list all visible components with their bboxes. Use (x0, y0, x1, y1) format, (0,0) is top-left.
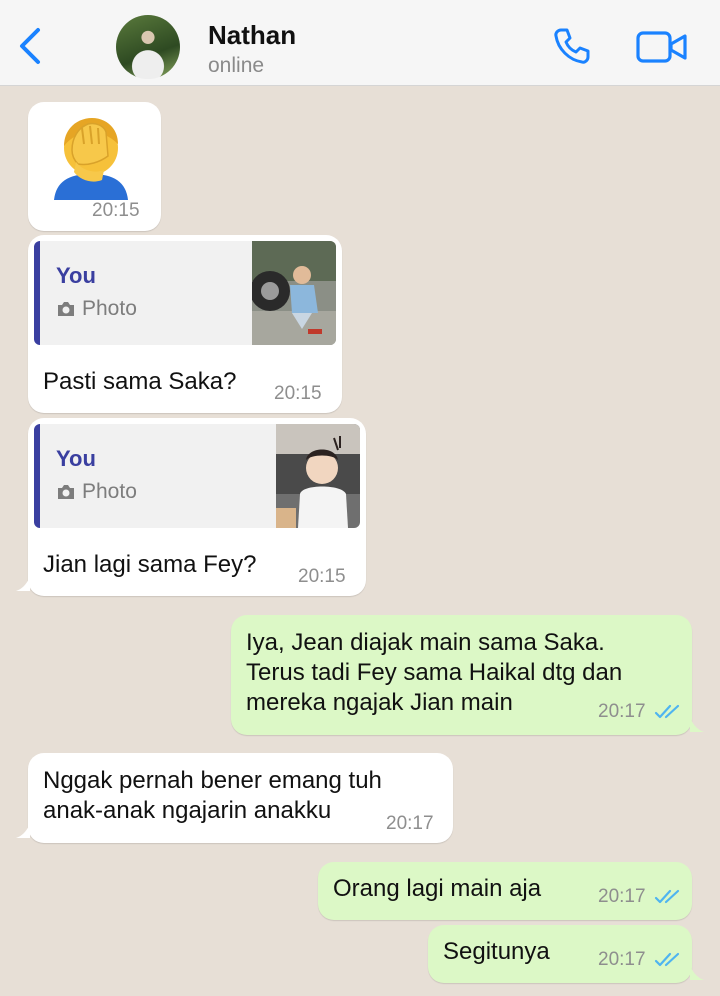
quote-sender: You (56, 446, 96, 471)
message-bubble[interactable]: You Photo Jian lagi sama Fey? 20:15 (28, 418, 366, 596)
photo-thumbnail[interactable] (252, 241, 336, 345)
quote-type: Photo (56, 297, 137, 321)
message-time: 20:17 (386, 813, 434, 834)
read-receipt-icon (654, 704, 680, 719)
message-time: 20:15 (92, 200, 140, 221)
message-bubble[interactable]: Nggak pernah bener emang tuh anak-anak n… (28, 753, 453, 843)
message-bubble[interactable]: 20:15 (28, 102, 161, 231)
message-text: Iya, Jean diajak main sama Saka. Terus t… (246, 629, 623, 716)
message-bubble[interactable]: Segitunya 20:17 (428, 925, 692, 983)
camera-icon (58, 485, 74, 499)
chevron-left-icon (20, 28, 40, 64)
message-text: Jian lagi sama Fey? (43, 551, 257, 578)
facepalm-emoji-icon (54, 118, 128, 200)
video-call-button[interactable] (636, 30, 688, 64)
quoted-message[interactable]: You Photo (34, 241, 336, 345)
message-time: 20:17 (598, 949, 646, 970)
phone-icon (554, 28, 590, 64)
contact-name[interactable]: Nathan (208, 20, 296, 51)
message-time: 20:15 (298, 566, 346, 587)
voice-call-button[interactable] (552, 26, 592, 66)
message-bubble[interactable]: Iya, Jean diajak main sama Saka. Terus t… (231, 615, 692, 735)
read-receipt-icon (654, 952, 680, 967)
read-receipt-icon (654, 889, 680, 904)
chat-header: Nathan online (0, 0, 720, 86)
quote-type-label: Photo (82, 480, 137, 503)
bubble-tail (16, 577, 30, 591)
message-bubble[interactable]: Orang lagi main aja 20:17 (318, 862, 692, 920)
photo-thumbnail[interactable] (276, 424, 360, 528)
video-camera-icon (636, 31, 687, 63)
message-text: Pasti sama Saka? (43, 368, 237, 395)
quote-sender: You (56, 263, 96, 288)
bubble-tail (690, 718, 704, 732)
message-time: 20:17 (598, 701, 646, 722)
quoted-message[interactable]: You Photo (34, 424, 360, 528)
contact-status: online (208, 54, 265, 77)
message-time: 20:17 (598, 886, 646, 907)
message-text: Orang lagi main aja (333, 875, 542, 902)
bubble-tail (16, 824, 30, 838)
message-text: Nggak pernah bener emang tuh anak-anak n… (43, 767, 382, 824)
bubble-tail (690, 966, 704, 980)
message-text: Segitunya (443, 938, 550, 965)
chat-area[interactable]: 20:15 You Photo Pasti sama Saka? 20:15 Y… (0, 87, 720, 996)
message-time: 20:15 (274, 383, 322, 404)
quote-type-label: Photo (82, 297, 137, 320)
message-bubble[interactable]: You Photo Pasti sama Saka? 20:15 (28, 235, 342, 413)
avatar[interactable] (116, 15, 180, 79)
quote-type: Photo (56, 480, 137, 504)
camera-icon (58, 302, 74, 316)
back-button[interactable] (14, 24, 46, 68)
